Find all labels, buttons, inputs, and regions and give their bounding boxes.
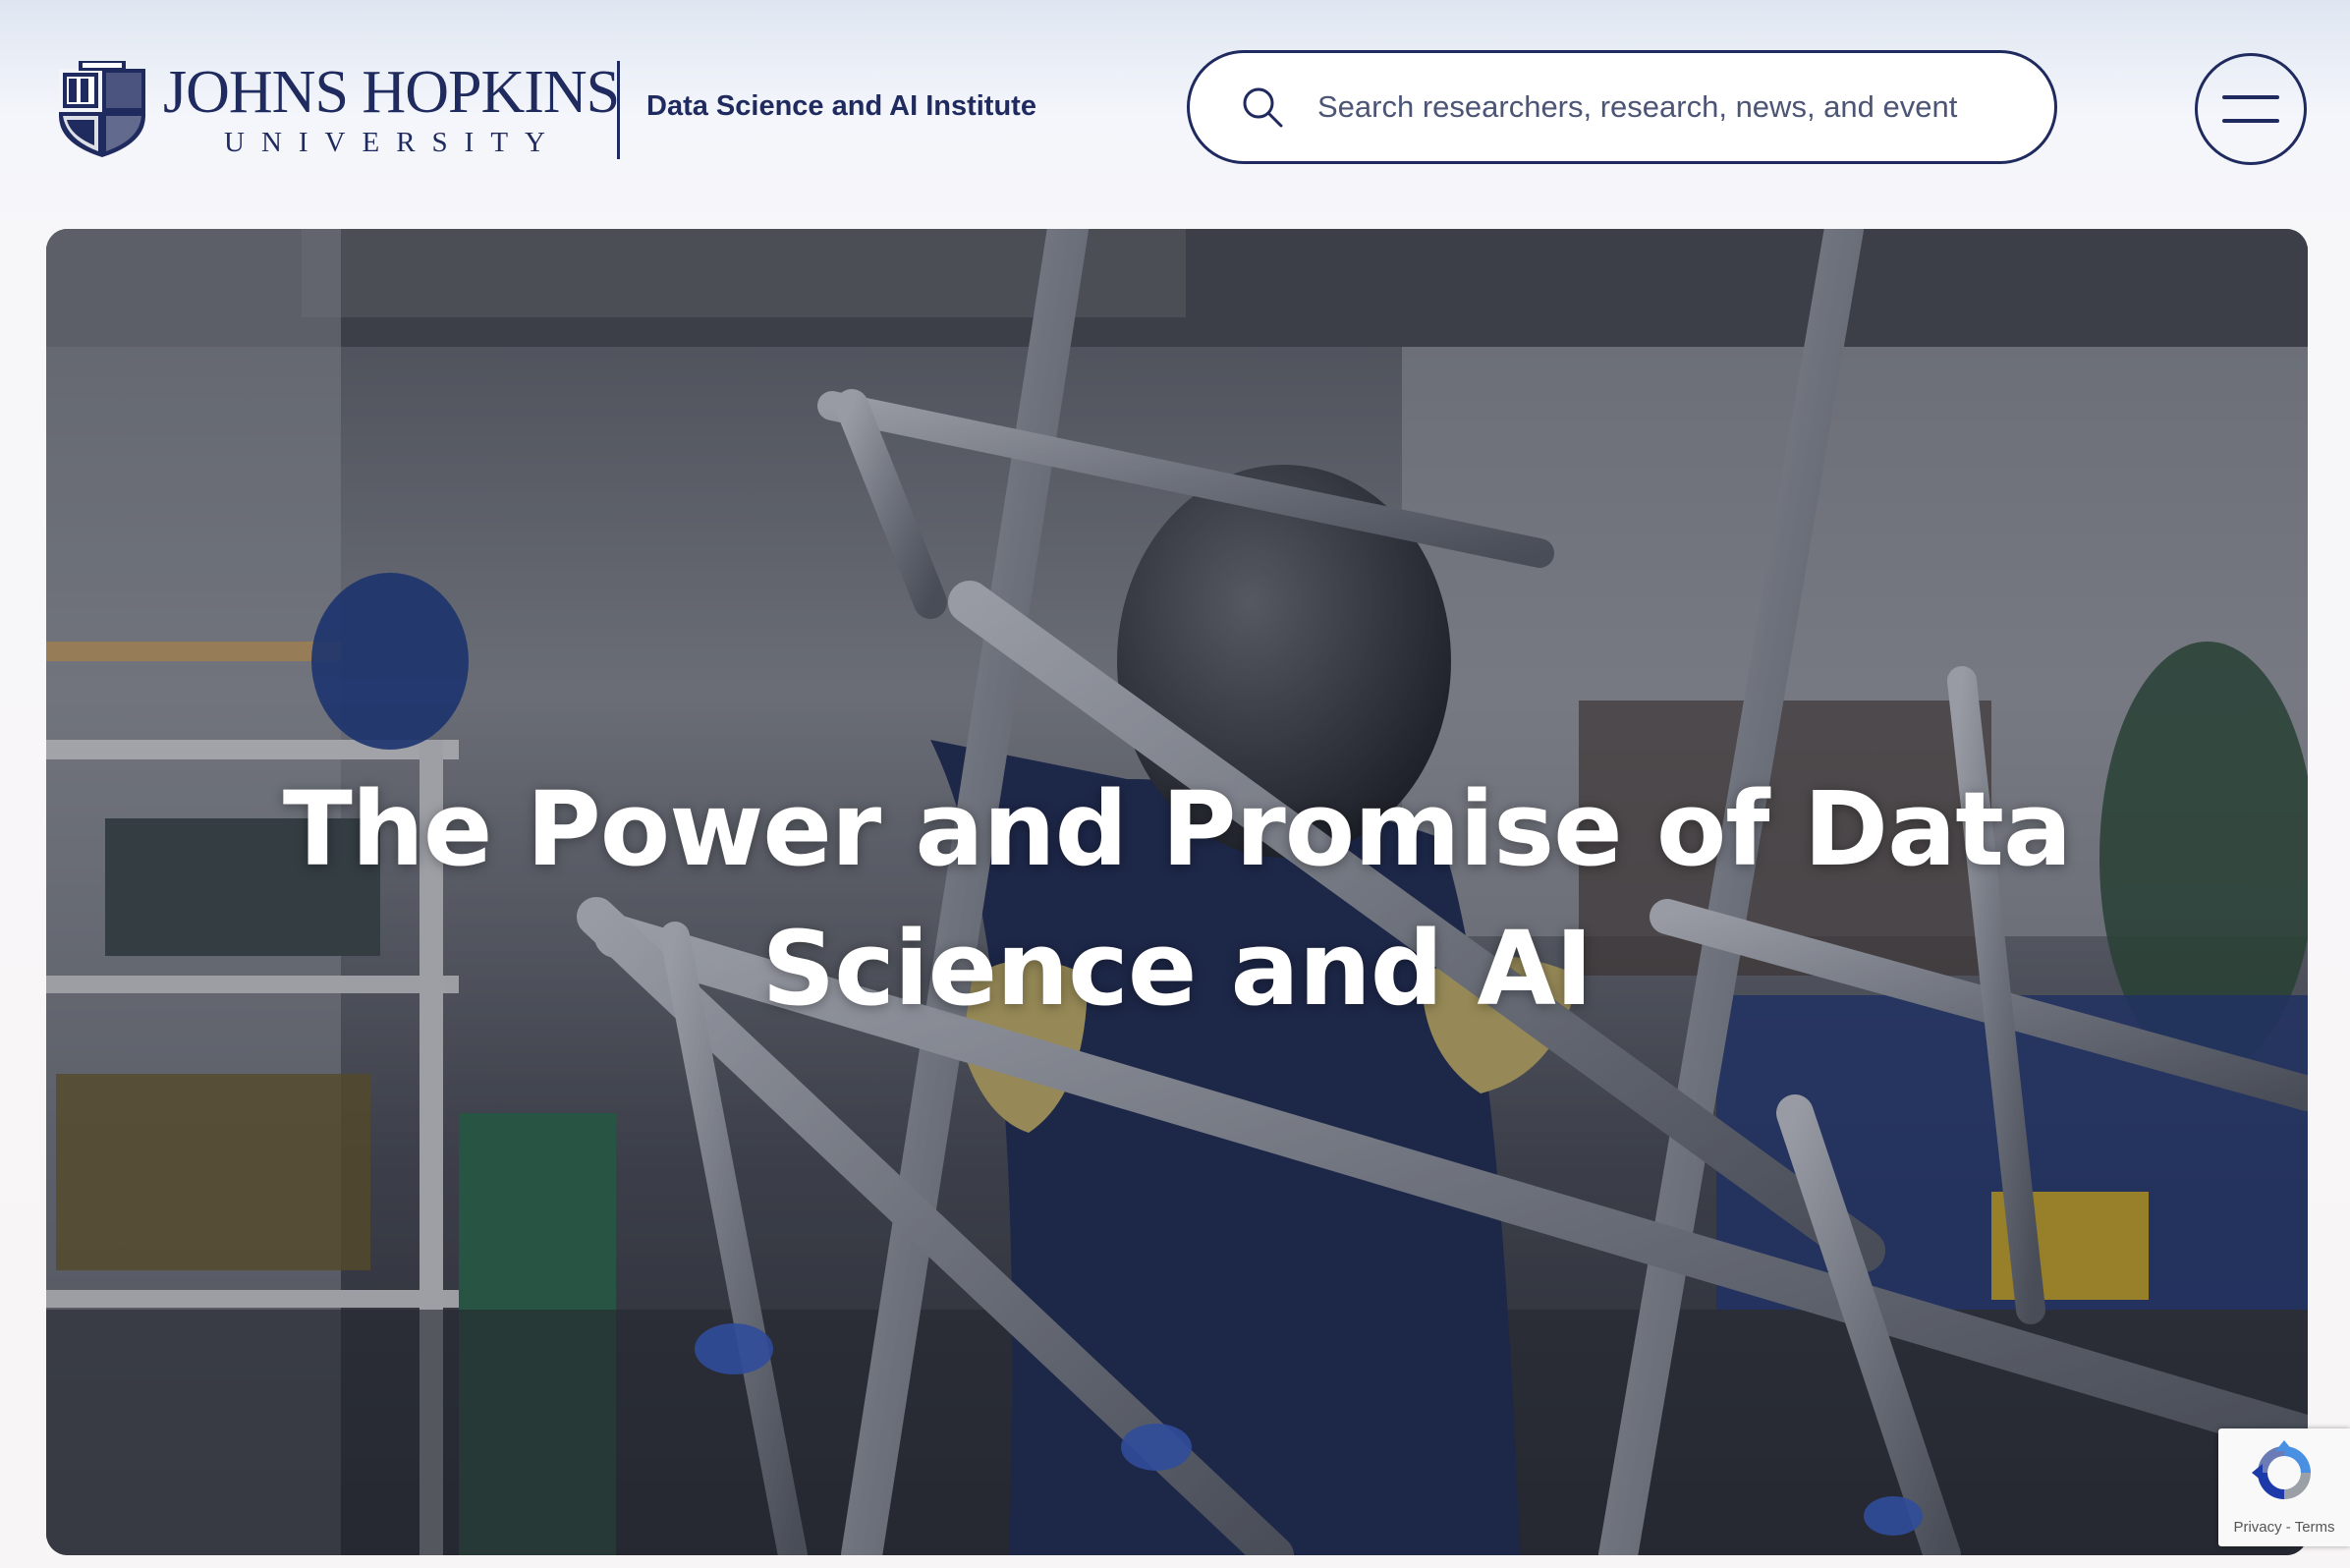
recaptcha-terms-link[interactable]: Terms [2295,1519,2335,1536]
hamburger-menu-icon [2222,119,2279,123]
header-divider [617,61,620,159]
recaptcha-badge[interactable]: Privacy - Terms [2218,1428,2350,1546]
recaptcha-privacy-link[interactable]: Privacy [2233,1519,2281,1536]
hero-title: The Power and Promise of Data Science an… [282,769,2072,1029]
logo-name-line: JOHNS HOPKINS [163,58,620,126]
hamburger-menu-icon [2222,95,2279,99]
site-header: JOHNS HOPKINS UNIVERSITY Data Science an… [0,0,2350,226]
menu-button[interactable] [2195,53,2307,165]
jhu-shield-icon [59,61,145,157]
recaptcha-links: Privacy - Terms [2218,1519,2350,1536]
jhu-wordmark: JOHNS HOPKINS UNIVERSITY [163,58,620,159]
search-bar[interactable] [1187,50,2057,164]
hero-banner: The Power and Promise of Data Science an… [46,229,2308,1555]
jhu-logo[interactable]: JOHNS HOPKINS UNIVERSITY [55,58,620,161]
logo-sub-line: UNIVERSITY [224,126,562,158]
search-input[interactable] [1315,88,2027,126]
recaptcha-separator: - [2285,1519,2291,1536]
institute-name-link[interactable]: Data Science and AI Institute [646,90,1036,123]
search-icon[interactable] [1241,85,1284,129]
recaptcha-icon [2252,1440,2311,1499]
